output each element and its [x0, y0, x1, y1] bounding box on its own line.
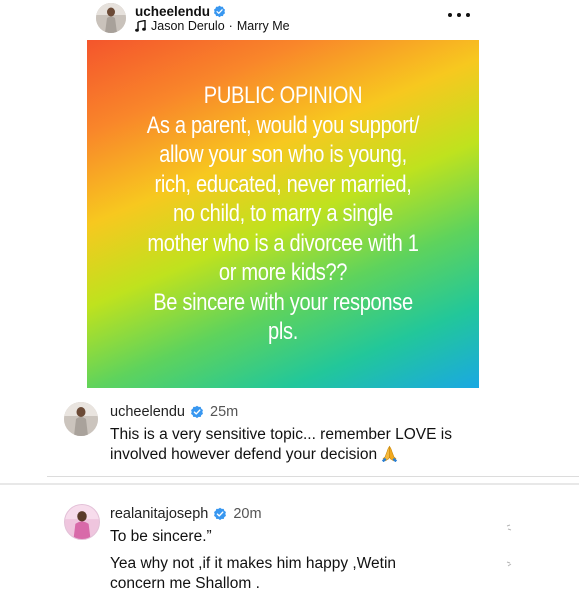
comment-text-line: involved however defend your decision [110, 446, 378, 463]
folded-hands-icon [381, 445, 398, 462]
comment: ucheelendu 25m This is a very sensitive … [0, 398, 579, 470]
comment-body: This is a very sensitive topic... rememb… [110, 425, 470, 465]
music-attribution[interactable]: Jason Derulo · Marry Me [135, 18, 290, 34]
music-note-icon [135, 20, 146, 32]
comment: realanitajoseph 20m To be sincere.” Yea … [0, 500, 579, 600]
post-header: ucheelendu Jason Derulo · Marry Me [0, 0, 579, 40]
comment-timestamp: 20m [233, 506, 262, 522]
comment-username[interactable]: ucheelendu [110, 404, 185, 420]
music-artist: Jason Derulo [151, 19, 225, 33]
music-separator: · [228, 19, 233, 33]
image-text-line: As a parent, would you support/ [146, 111, 420, 139]
side-mark-icon [506, 524, 514, 532]
verified-badge-icon [213, 507, 227, 521]
comment-text-line-wrap: involved however defend your decision [110, 445, 470, 465]
comment-text-line: To be sincere.” [110, 528, 212, 545]
music-song: Marry Me [236, 19, 290, 33]
image-text-line: Be sincere with your response [153, 288, 413, 316]
image-text-line: or more kids?? [218, 259, 348, 287]
post-image[interactable]: PUBLIC OPINION As a parent, would you su… [87, 40, 479, 388]
image-text-line: allow your son who is young, [159, 141, 407, 169]
more-dot [448, 13, 452, 17]
comment-header: realanitajoseph 20m [110, 505, 262, 523]
side-mark-icon [506, 560, 514, 568]
comment-timestamp: 25m [210, 404, 239, 420]
image-text-line: PUBLIC OPINION [203, 82, 363, 110]
comment-avatar[interactable] [64, 402, 98, 436]
more-dot [457, 13, 461, 17]
post-username[interactable]: ucheelendu [135, 4, 210, 19]
comment-body: To be sincere.” Yea why not ,if it makes… [110, 527, 470, 594]
image-text-line: no child, to marry a single [172, 200, 394, 228]
post-author-avatar[interactable] [96, 3, 126, 33]
more-dot [466, 13, 470, 17]
comment-text-line: This is a very sensitive topic... rememb… [110, 426, 452, 443]
verified-badge-icon [213, 5, 226, 18]
comment-header: ucheelendu 25m [110, 403, 238, 421]
image-text-line: rich, educated, never married, [154, 170, 412, 198]
verified-badge-icon [190, 405, 204, 419]
comment-username[interactable]: realanitajoseph [110, 506, 208, 522]
comment-text-line: concern me Shallom . [110, 575, 260, 592]
comment-avatar[interactable] [64, 504, 100, 540]
comment-divider [47, 476, 579, 477]
post-username-row: ucheelendu [135, 3, 226, 19]
image-text-line: pls. [268, 318, 298, 346]
post-image-text: PUBLIC OPINION As a parent, would you su… [131, 81, 434, 347]
image-text-line: mother who is a divorcee with 1 [147, 229, 419, 257]
comment-text-line: Yea why not ,if it makes him happy ,Weti… [110, 555, 397, 572]
section-divider [0, 483, 579, 485]
more-options-button[interactable] [448, 9, 470, 21]
